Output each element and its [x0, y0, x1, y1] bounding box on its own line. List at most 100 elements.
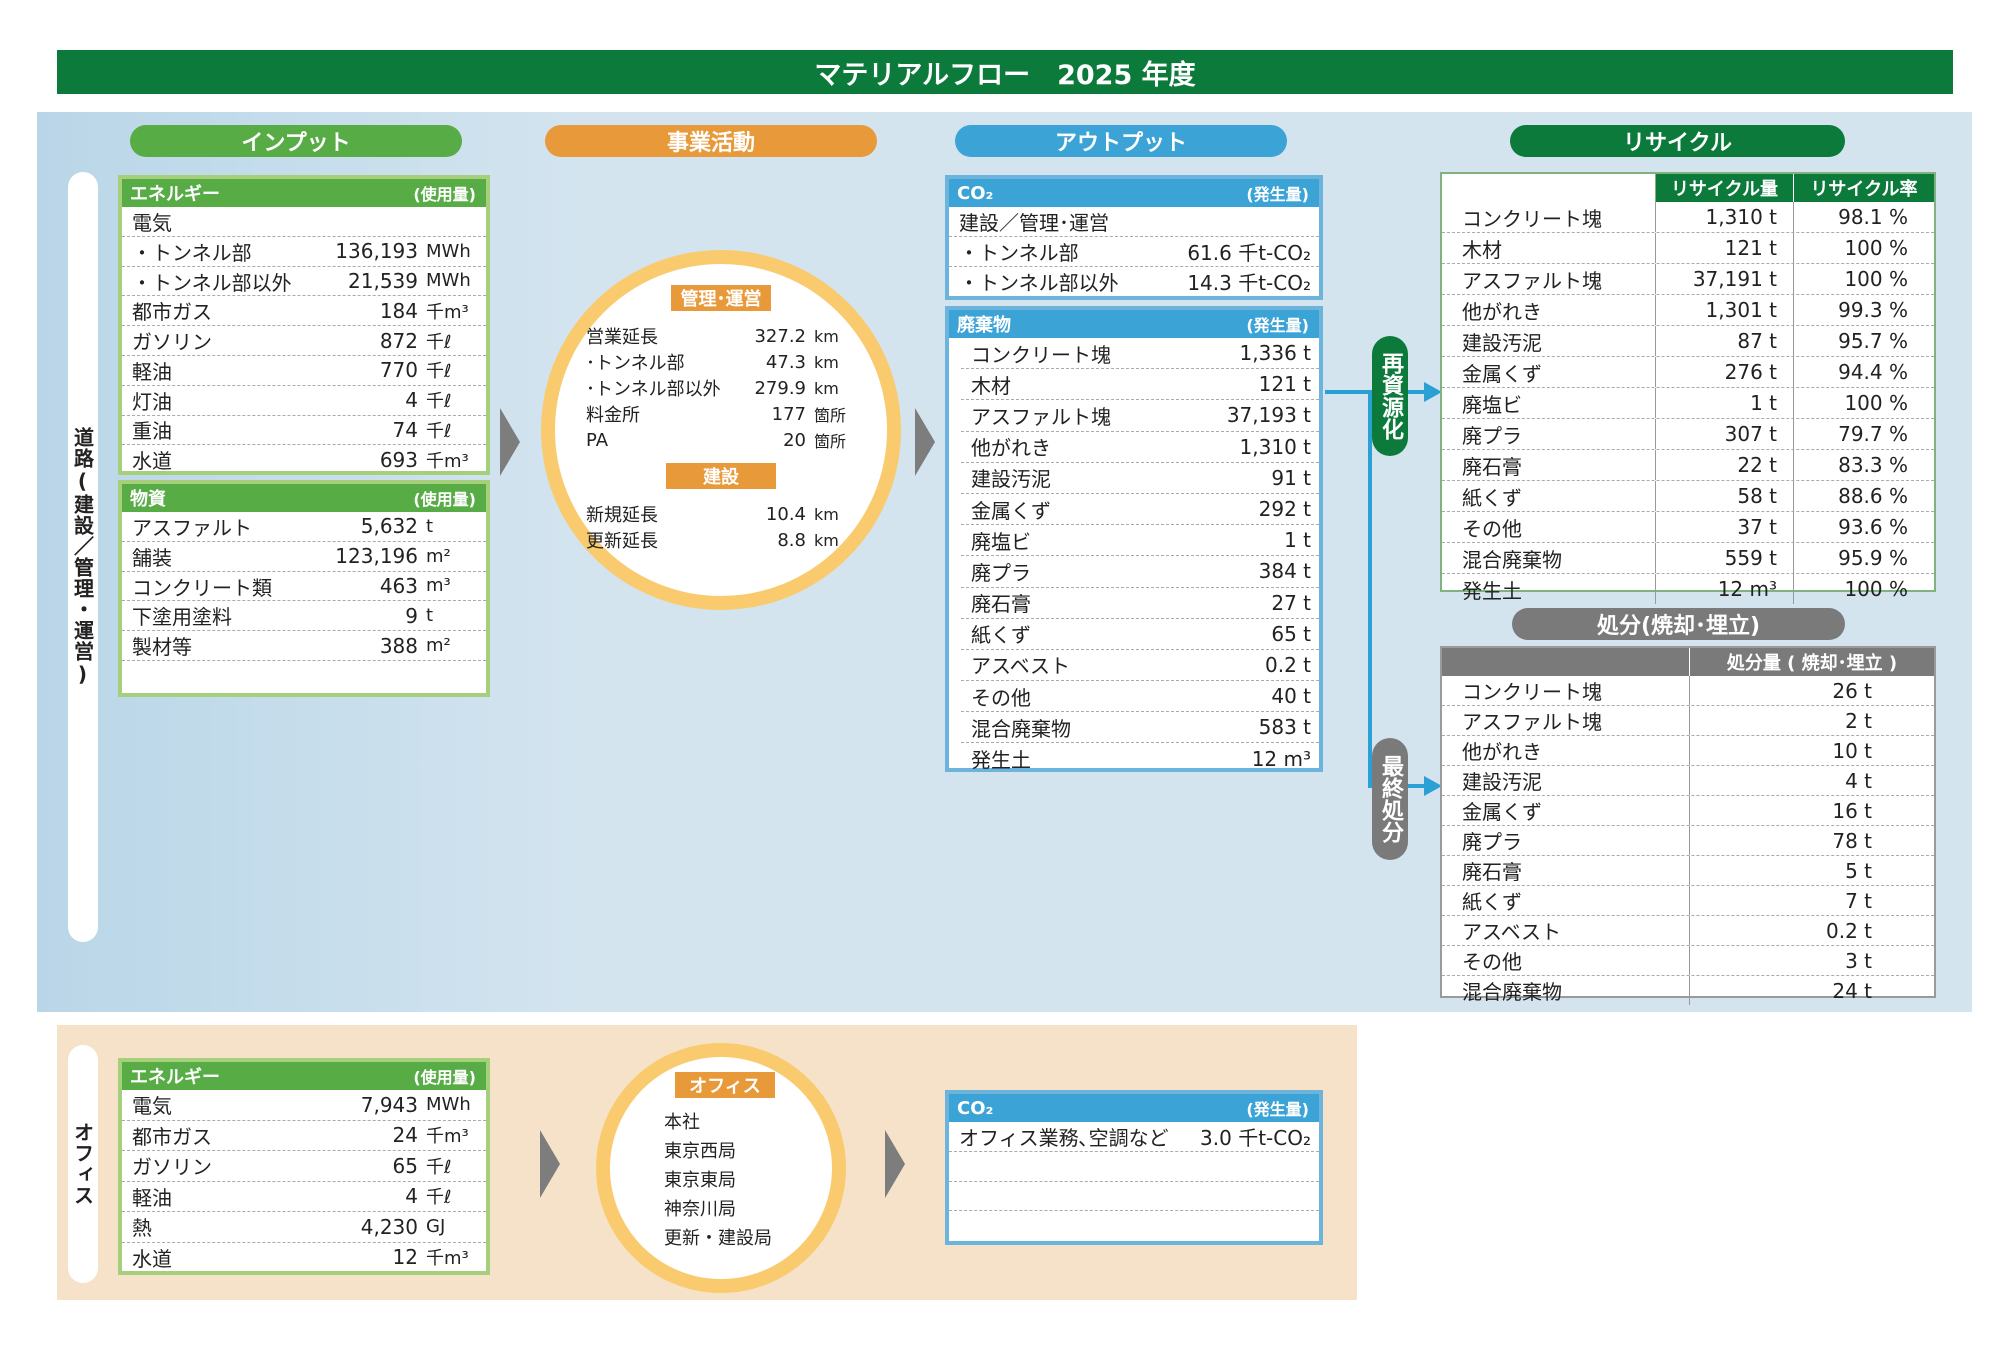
row-label: 建設汚泥 — [971, 467, 1051, 492]
cell-amount: 24 t — [1832, 978, 1872, 1003]
item-value: 177 — [771, 403, 806, 425]
cell-amount: 121 t — [1656, 233, 1794, 263]
table-row: 都市ガス 24 千m³ — [122, 1121, 486, 1151]
road-energy-rows: 電気 ・トンネル部 136,193 MWh ・トンネル部以外 21,539 MWh 都市… — [122, 207, 486, 474]
row-label: 混合廃棄物 — [971, 716, 1071, 741]
table-row: ・トンネル部以外 21,539 MWh — [122, 267, 486, 297]
road-activity-content: 管理･運営 営業延長 327.2 km ･トンネル部 47.3 km ･トンネル部以外 2… — [586, 285, 856, 553]
item-value: 20 — [783, 429, 806, 451]
item-label: 営業延長 — [586, 327, 658, 348]
disposal-table: 処分量 ( 焼却･埋立 ) コンクリート塊 26 t アスファルト塊 2 t 他がれ… — [1440, 646, 1936, 1005]
table-row: 混合廃棄物 559 t 95.9 % — [1442, 543, 1934, 574]
cell-rate: 98.1 % — [1838, 205, 1908, 229]
table-row: ガソリン 872 千ℓ — [122, 326, 486, 356]
row-value: 7,943 — [360, 1092, 418, 1117]
table-row: 灯油 4 千ℓ — [122, 386, 486, 416]
row-label: 下塗用塗料 — [132, 605, 232, 630]
row-label: ガソリン — [132, 1155, 212, 1180]
table-row: 混合廃棄物 24 t — [1442, 976, 1934, 1005]
row-label: 灯油 — [132, 389, 172, 414]
row-unit: m² — [426, 545, 451, 567]
mgmt-tag: 管理･運営 — [671, 285, 771, 311]
table-row: ガソリン 65 千ℓ — [122, 1151, 486, 1182]
build-tag: 建設 — [666, 463, 776, 489]
table-row: その他 40 t — [961, 681, 1319, 713]
row-label: ・トンネル部以外 — [132, 270, 292, 295]
row-value: 583 t — [1258, 715, 1311, 740]
flow-arrow-icon — [540, 1130, 560, 1198]
row-label: ・トンネル部 — [959, 240, 1079, 265]
road-materials-title: 物資 — [130, 489, 166, 510]
row-value: 463 — [379, 573, 418, 598]
row-label: ガソリン — [132, 330, 212, 355]
office-energy-title: エネルギー — [130, 1067, 220, 1088]
recycle-table-header: リサイクル量 リサイクル率 — [1442, 174, 1934, 202]
disposal-table-header: 処分量 ( 焼却･埋立 ) — [1442, 648, 1934, 676]
row-label: 廃塩ビ — [971, 529, 1031, 554]
row-label: 建設／管理･運営 — [959, 210, 1109, 235]
table-row: 廃石膏 27 t — [961, 588, 1319, 619]
list-item: 料金所 177 箇所 — [586, 401, 856, 427]
cell-amount: 307 t — [1656, 419, 1794, 449]
row-value: 40 t — [1271, 684, 1311, 709]
list-item: 更新・建設局 — [664, 1227, 772, 1249]
row-value: 123,196 — [335, 544, 418, 569]
output-pill: アウトプット — [955, 125, 1287, 157]
table-row: 金属くず 292 t — [961, 494, 1319, 526]
table-row: オフィス業務､空調など 3.0 千t-CO₂ — [949, 1122, 1319, 1152]
row-value: 1,336 t — [1239, 341, 1311, 366]
cell-item: アスファルト塊 — [1442, 264, 1656, 294]
row-value: 388 — [379, 633, 418, 658]
cell-item: 建設汚泥 — [1442, 766, 1690, 795]
table-row: 都市ガス 184 千m³ — [122, 296, 486, 327]
row-label: 廃プラ — [971, 560, 1031, 585]
table-row: 紙くず 58 t 88.6 % — [1442, 481, 1934, 512]
table-row — [949, 1182, 1319, 1212]
table-row: 軽油 4 千ℓ — [122, 1182, 486, 1212]
item-unit: km — [814, 530, 839, 550]
table-row: 電気 — [122, 207, 486, 237]
cell-amount: 1 t — [1656, 388, 1794, 418]
cell-rate: 93.6 % — [1838, 515, 1908, 539]
row-value: 872 — [379, 328, 418, 353]
table-row: 製材等 388 m² — [122, 631, 486, 661]
table-row: アスファルト塊 37,193 t — [961, 400, 1319, 432]
road-materials-sub: (使用量) — [413, 490, 476, 509]
row-unit: 千m³ — [426, 450, 469, 472]
row-value: 65 t — [1271, 621, 1311, 646]
row-label: アスベスト — [971, 654, 1070, 679]
row-label: 廃石膏 — [971, 592, 1031, 617]
recycle-pill: リサイクル — [1510, 125, 1845, 157]
table-row: 木材 121 t — [961, 369, 1319, 401]
road-waste-rows: コンクリート塊 1,336 t 木材 121 t アスファルト塊 37,193 t 他… — [949, 338, 1319, 774]
item-label: 更新延長 — [586, 531, 658, 552]
cell-amount: 12 m³ — [1656, 574, 1794, 604]
road-co2-box: CO₂ (発生量) 建設／管理･運営 ・トンネル部 61.6 千t-CO₂ ・トン… — [945, 175, 1323, 300]
list-item: 更新延長 8.8 km — [586, 527, 856, 553]
row-label: コンクリート類 — [132, 575, 272, 600]
row-value: 5,632 — [360, 514, 418, 539]
row-value: 0.2 t — [1264, 652, 1311, 677]
item-value: 8.8 — [777, 529, 806, 551]
row-value: 24 — [392, 1123, 418, 1148]
cell-item: アスベスト — [1442, 916, 1690, 945]
road-waste-header: 廃棄物 (発生量) — [949, 310, 1319, 338]
item-label: ･トンネル部以外 — [586, 379, 721, 400]
table-row: 水道 12 千m³ — [122, 1243, 486, 1273]
row-label: アスファルト — [132, 515, 252, 540]
cell-amount: 1,301 t — [1656, 295, 1794, 325]
disposal-flow-tag: 最終処分 — [1372, 738, 1408, 860]
cell-item: コンクリート塊 — [1442, 676, 1690, 705]
cell-amount: 7 t — [1845, 888, 1872, 913]
table-row: ・トンネル部以外 14.3 千t-CO₂ — [949, 267, 1319, 296]
flow-arrow-icon — [915, 408, 935, 476]
cell-amount: 1,310 t — [1656, 202, 1794, 232]
office-energy-header: エネルギー (使用量) — [122, 1062, 486, 1090]
row-value: 27 t — [1271, 590, 1311, 615]
row-label: 金属くず — [971, 498, 1051, 523]
row-value: 121 t — [1258, 372, 1311, 397]
cell-rate: 95.9 % — [1838, 546, 1908, 570]
cell-item: コンクリート塊 — [1442, 202, 1656, 232]
row-value: 14.3 千t-CO₂ — [1187, 270, 1311, 295]
table-row: 紙くず 7 t — [1442, 886, 1934, 916]
